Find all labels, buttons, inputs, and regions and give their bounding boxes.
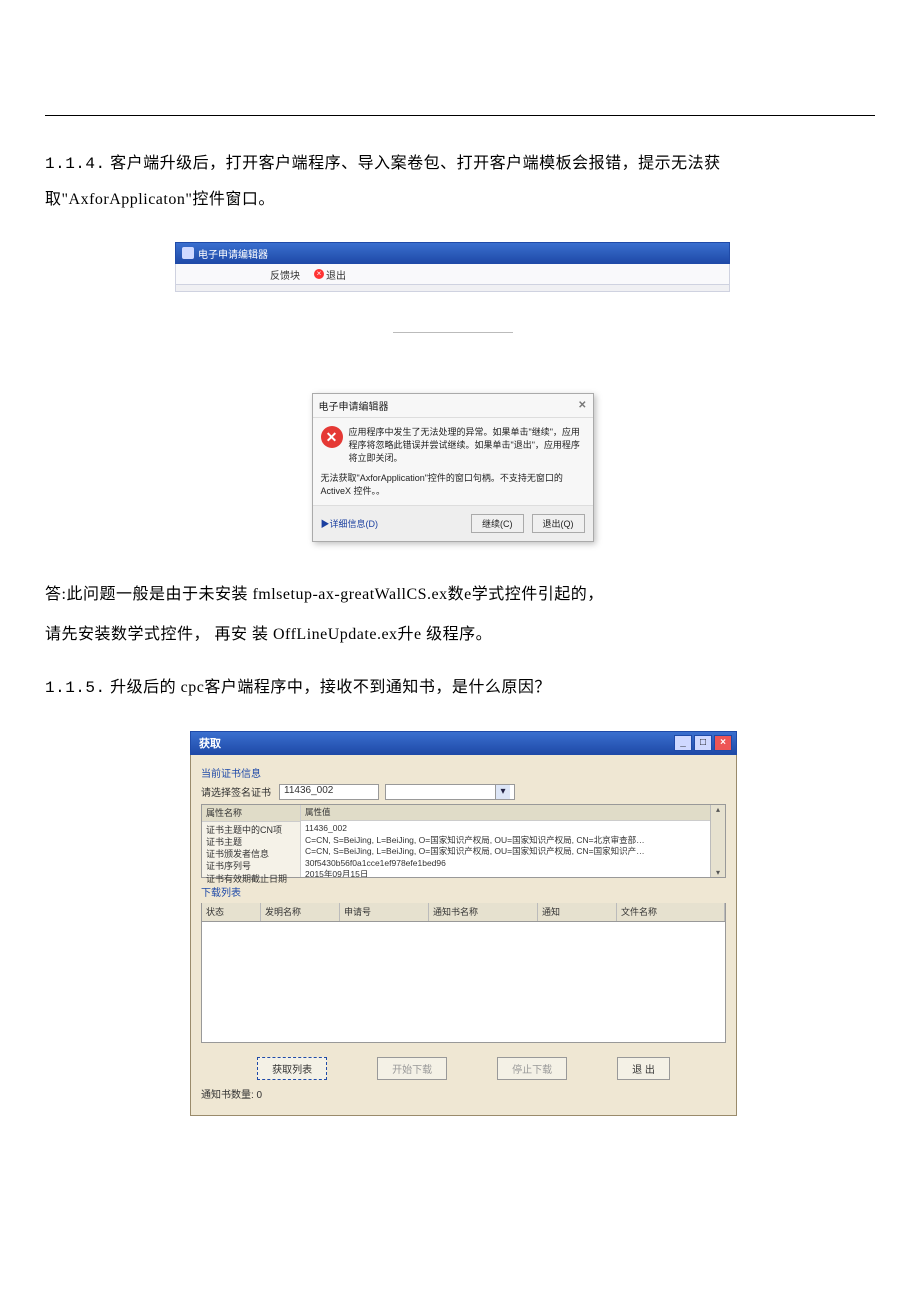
window-titlebar: 获取 _ □ × xyxy=(190,731,737,755)
toolbar-exit-label: 退出 xyxy=(326,267,346,282)
answer-line-2: 请先安装数学式控件， 再安 装 OffLineUpdate.ex升e 级程序。 xyxy=(45,617,875,652)
attr-value-header: 属性值 xyxy=(301,805,710,821)
attr-row: 证书序列号 xyxy=(206,860,296,872)
toolbar-exit-button[interactable]: × 退出 xyxy=(310,267,350,282)
scroll-up-icon[interactable]: ▴ xyxy=(716,805,720,814)
col-status: 状态 xyxy=(202,903,261,921)
section-text: 升级后的 cpc客户端程序中，接收不到通知书，是什么原因？ xyxy=(110,679,551,696)
dialog-titlebar: 电子申请编辑器 ✕ xyxy=(313,394,593,418)
col-appno: 申请号 xyxy=(340,903,429,921)
download-list-body xyxy=(201,922,726,1043)
scroll-down-icon[interactable]: ▾ xyxy=(716,868,720,877)
app-window-screenshot: 电子申请编辑器 反馈块 × 退出 电子申请编辑器 ✕ xyxy=(175,242,730,542)
window-title: 电子申请编辑器 xyxy=(198,246,268,261)
attr-row: 证书主题中的CN项 xyxy=(206,824,296,836)
chevron-down-icon: ▾ xyxy=(495,785,510,799)
attr-name-header: 属性名称 xyxy=(202,805,300,822)
download-list-header: 状态 发明名称 申请号 通知书名称 通知 文件名称 xyxy=(201,903,726,922)
val-row: 2015年09月15日 xyxy=(305,869,706,877)
section-1-1-4: 1.1.4. 客户端升级后，打开客户端程序、导入案卷包、打开客户端模板会报错，提… xyxy=(45,146,875,217)
attr-row: 证书颁发者信息 xyxy=(206,848,296,860)
close-icon[interactable]: × xyxy=(714,735,732,751)
dialog-title: 电子申请编辑器 xyxy=(319,398,389,413)
cert-id-field[interactable]: 11436_002 xyxy=(279,784,379,800)
section-text: 客户端升级后，打开客户端程序、导入案卷包、打开客户端模板会报错，提示无法获取"A… xyxy=(45,155,721,208)
stop-download-button[interactable]: 停止下载 xyxy=(497,1057,567,1080)
top-rule xyxy=(45,115,875,116)
cert-dropdown[interactable]: ▾ xyxy=(385,784,515,800)
col-notify: 通知 xyxy=(538,903,617,921)
error-message-2: 无法获取"AxforApplication"控件的窗口句柄。不支持无窗口的 Ac… xyxy=(321,472,585,497)
scrollbar[interactable]: ▴ ▾ xyxy=(710,805,725,877)
section-number: 1.1.4. xyxy=(45,155,106,173)
exit-button[interactable]: 退 出 xyxy=(617,1057,670,1080)
window-titlebar: 电子申请编辑器 xyxy=(175,242,730,264)
download-list-heading: 下载列表 xyxy=(201,884,726,899)
figure-1: 电子申请编辑器 反馈块 × 退出 电子申请编辑器 ✕ xyxy=(45,242,875,542)
dialog-body: ✕ 应用程序中发生了无法处理的异常。如果单击"继续"，应用程序将忽略此错误并尝试… xyxy=(313,418,593,505)
val-row: C=CN, S=BeiJing, L=BeiJing, O=国家知识产权局, O… xyxy=(305,835,706,846)
error-message-1: 应用程序中发生了无法处理的异常。如果单击"继续"，应用程序将忽略此错误并尝试继续… xyxy=(349,426,585,464)
window-body: 当前证书信息 请选择签名证书 11436_002 ▾ 属性名称 证书主题中的CN… xyxy=(190,755,737,1116)
toolbar-feedback-label: 反馈块 xyxy=(270,267,300,282)
attr-row: 证书有效期截止日期 xyxy=(206,873,296,885)
continue-button[interactable]: 继续(C) xyxy=(471,514,524,533)
val-row: 11436_002 xyxy=(305,823,706,834)
exit-icon: × xyxy=(314,269,324,279)
error-icon: ✕ xyxy=(321,426,343,448)
dialog-footer: ▶详细信息(D) 继续(C) 退出(Q) xyxy=(313,505,593,541)
section-number: 1.1.5. xyxy=(45,679,106,697)
receive-window-screenshot: 获取 _ □ × 当前证书信息 请选择签名证书 11436_002 ▾ xyxy=(190,731,737,1116)
val-row: C=CN, S=BeiJing, L=BeiJing, O=国家知识产权局, O… xyxy=(305,846,706,857)
sub-toolbar xyxy=(175,285,730,292)
cert-heading: 当前证书信息 xyxy=(201,765,726,780)
maximize-icon[interactable]: □ xyxy=(694,735,712,751)
error-dialog: 电子申请编辑器 ✕ ✕ 应用程序中发生了无法处理的异常。如果单击"继续"，应用程… xyxy=(312,393,594,542)
details-button[interactable]: ▶详细信息(D) xyxy=(321,517,379,530)
answer-line-1: 答:此问题一般是由于未安装 fmlsetup-ax-greatWallCS.ex… xyxy=(45,577,875,612)
col-notice: 通知书名称 xyxy=(429,903,538,921)
app-icon xyxy=(182,247,194,259)
val-row: 30f5430b56f0a1cce1ef978efe1bed96 xyxy=(305,858,706,869)
quit-button[interactable]: 退出(Q) xyxy=(532,514,585,533)
fetch-list-button[interactable]: 获取列表 xyxy=(257,1057,327,1080)
attribute-table: 属性名称 证书主题中的CN项 证书主题 证书颁发者信息 证书序列号 证书有效期截… xyxy=(201,804,726,878)
attribute-names-col: 属性名称 证书主题中的CN项 证书主题 证书颁发者信息 证书序列号 证书有效期截… xyxy=(202,805,301,877)
figure-2: 获取 _ □ × 当前证书信息 请选择签名证书 11436_002 ▾ xyxy=(45,731,875,1116)
section-1-1-5: 1.1.5. 升级后的 cpc客户端程序中，接收不到通知书，是什么原因？ xyxy=(45,670,875,706)
minimize-icon[interactable]: _ xyxy=(674,735,692,751)
window-title: 获取 xyxy=(199,735,221,751)
start-download-button[interactable]: 开始下载 xyxy=(377,1057,447,1080)
faint-underline xyxy=(393,332,513,333)
notice-count: 通知书数量: 0 xyxy=(201,1086,726,1101)
toolbar: 反馈块 × 退出 xyxy=(175,264,730,285)
cert-select-row: 请选择签名证书 11436_002 ▾ xyxy=(201,784,726,800)
toolbar-feedback-button[interactable]: 反馈块 xyxy=(266,267,304,282)
close-icon[interactable]: ✕ xyxy=(578,400,586,411)
cert-select-label: 请选择签名证书 xyxy=(201,784,273,799)
col-file: 文件名称 xyxy=(617,903,725,921)
attr-row: 证书主题 xyxy=(206,836,296,848)
col-name: 发明名称 xyxy=(261,903,340,921)
button-bar: 获取列表 开始下载 停止下载 退 出 xyxy=(201,1057,726,1080)
attribute-values-col: 属性值 11436_002 C=CN, S=BeiJing, L=BeiJing… xyxy=(301,805,710,877)
